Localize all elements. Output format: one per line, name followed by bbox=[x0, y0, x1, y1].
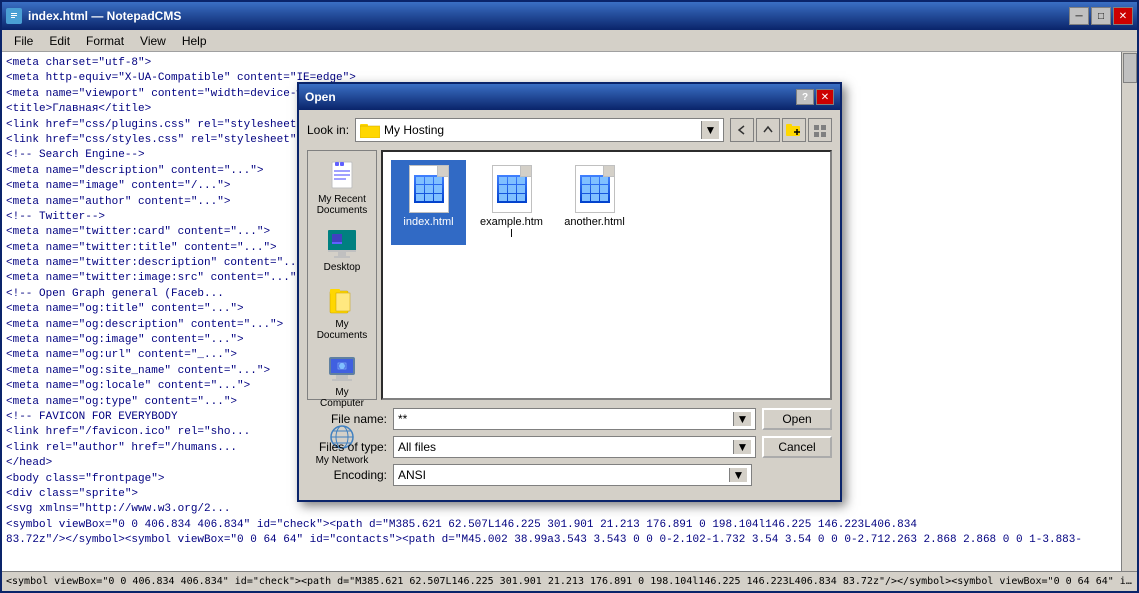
combo-dropdown-arrow[interactable]: ▼ bbox=[701, 121, 719, 139]
place-computer[interactable]: My Computer bbox=[310, 348, 374, 414]
file-icon-example bbox=[492, 165, 532, 213]
file-item-index[interactable]: index.html bbox=[391, 160, 466, 245]
look-in-combo[interactable]: My Hosting ▼ bbox=[355, 118, 724, 142]
place-desktop-label: Desktop bbox=[324, 262, 361, 273]
file-name-input-value: ** bbox=[398, 412, 407, 426]
new-folder-button[interactable] bbox=[782, 118, 806, 142]
encoding-dropdown-arrow[interactable]: ▼ bbox=[729, 468, 747, 482]
dialog-title: Open bbox=[305, 90, 336, 104]
look-in-value: My Hosting bbox=[384, 123, 444, 137]
file-name-dropdown-arrow[interactable]: ▼ bbox=[733, 412, 751, 426]
computer-icon bbox=[326, 353, 358, 385]
file-type-dropdown-arrow[interactable]: ▼ bbox=[733, 440, 751, 454]
file-icon-index bbox=[409, 165, 449, 213]
look-in-row: Look in: My Hosting ▼ bbox=[307, 118, 832, 142]
file-name-row: File name: ** ▼ Open bbox=[307, 408, 832, 430]
look-in-label: Look in: bbox=[307, 123, 349, 137]
recent-icon bbox=[326, 160, 358, 192]
dialog-main-area: My Recent Documents bbox=[307, 150, 832, 400]
open-button[interactable]: Open bbox=[762, 408, 832, 430]
file-name-example: example.html bbox=[479, 216, 544, 240]
encoding-value: ANSI bbox=[398, 468, 426, 482]
file-item-example[interactable]: example.html bbox=[474, 160, 549, 245]
place-documents-label: My Documents bbox=[313, 319, 371, 341]
folder-icon bbox=[360, 122, 380, 138]
file-name-index: index.html bbox=[403, 216, 453, 228]
encoding-label: Encoding: bbox=[307, 468, 387, 482]
place-recent-label: My Recent Documents bbox=[313, 194, 371, 216]
file-view[interactable]: index.html bbox=[381, 150, 832, 400]
dialog-content: Look in: My Hosting ▼ bbox=[299, 110, 840, 500]
view-menu-button[interactable] bbox=[808, 118, 832, 142]
place-computer-label: My Computer bbox=[313, 387, 371, 409]
up-button[interactable] bbox=[756, 118, 780, 142]
encoding-row: Encoding: ANSI ▼ bbox=[307, 464, 832, 486]
file-item-another[interactable]: another.html bbox=[557, 160, 632, 245]
file-name-input[interactable]: ** ▼ bbox=[393, 408, 756, 430]
open-dialog: Open ? ✕ Look in: bbox=[297, 82, 842, 502]
place-documents[interactable]: My Documents bbox=[310, 280, 374, 346]
dialog-overlay: Open ? ✕ Look in: bbox=[2, 2, 1137, 591]
cancel-button[interactable]: Cancel bbox=[762, 436, 832, 458]
dialog-title-bar: Open ? ✕ bbox=[299, 84, 840, 110]
file-type-row: Files of type: All files ▼ Cancel bbox=[307, 436, 832, 458]
back-button[interactable] bbox=[730, 118, 754, 142]
dialog-close-button[interactable]: ✕ bbox=[816, 89, 834, 105]
dialog-form: File name: ** ▼ Open Files of type: bbox=[307, 408, 832, 492]
main-window: index.html — NotepadCMS ─ □ ✕ File Edit … bbox=[0, 0, 1139, 593]
dialog-toolbar bbox=[730, 118, 832, 142]
file-icon-another bbox=[575, 165, 615, 213]
encoding-input[interactable]: ANSI ▼ bbox=[393, 464, 752, 486]
desktop-icon bbox=[326, 228, 358, 260]
file-name-another: another.html bbox=[564, 216, 625, 228]
place-recent[interactable]: My Recent Documents bbox=[310, 155, 374, 221]
dialog-help-button[interactable]: ? bbox=[796, 89, 814, 105]
file-type-label: Files of type: bbox=[307, 440, 387, 454]
places-bar: My Recent Documents bbox=[307, 150, 377, 400]
file-type-value: All files bbox=[398, 440, 436, 454]
place-desktop[interactable]: Desktop bbox=[310, 223, 374, 278]
file-type-input[interactable]: All files ▼ bbox=[393, 436, 756, 458]
file-name-label: File name: bbox=[307, 412, 387, 426]
documents-icon bbox=[326, 285, 358, 317]
